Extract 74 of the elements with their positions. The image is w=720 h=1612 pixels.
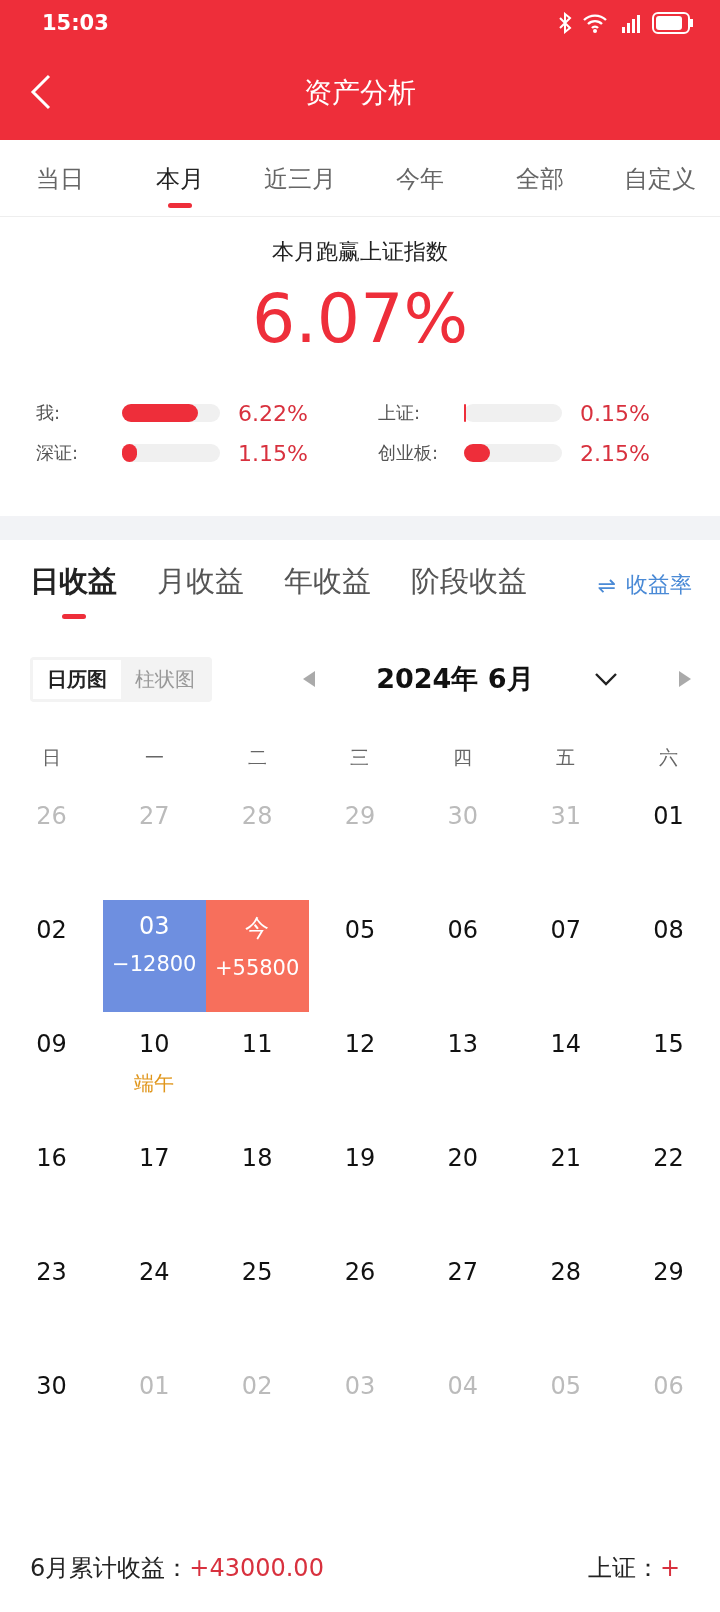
profit-tab[interactable]: 月收益 [157,562,244,619]
chevron-down-icon[interactable] [593,672,618,686]
holiday-note: 端午 [134,1070,175,1097]
bar-reading: 1.15% [238,440,308,466]
index-label: 上证： [587,1552,660,1584]
day-profit: +55800 [214,956,300,980]
bar-label: 我: [36,401,62,425]
status-time: 15:03 [42,11,109,35]
next-icon[interactable] [678,670,692,688]
period-tab[interactable]: 本月 [120,140,240,216]
bar-label: 创业板: [378,441,440,465]
calendar-day[interactable]: 19 [344,1144,376,1172]
summary-value: 6.07% [252,279,468,358]
calendar-day[interactable]: 15 [653,1030,684,1058]
calendar-day[interactable]: 12 [344,1030,376,1058]
index-value: + [659,1553,680,1582]
period-tab[interactable]: 近三月 [240,140,360,216]
bar-reading: 6.22% [238,400,308,426]
summary-title: 本月跑赢上证指数 [272,238,448,266]
weekday-label: 六 [658,745,680,770]
calendar-day[interactable]: 23 [36,1258,67,1286]
rate-toggle[interactable]: ⇌ 收益率 [597,562,692,600]
calendar-day[interactable]: 22 [653,1144,684,1172]
calendar-day[interactable]: 11 [241,1030,273,1058]
calendar-day[interactable]: 16 [36,1144,67,1172]
calendar-day[interactable]: 10 [139,1030,170,1058]
calendar-day[interactable]: 29 [653,1258,684,1286]
weekday-label: 二 [246,745,268,770]
calendar-day[interactable]: 28 [550,1258,581,1286]
bar-reading: 2.15% [580,440,650,466]
period-tab[interactable]: 自定义 [600,140,720,216]
period-tab[interactable]: 今年 [360,140,480,216]
calendar-day[interactable]: 09 [36,1030,67,1058]
calendar-day[interactable]: 18 [241,1144,273,1172]
profit-tab[interactable]: 年收益 [284,562,371,619]
profit-tab[interactable]: 日收益 [30,562,117,619]
view-option[interactable]: 日历图 [33,659,121,699]
battery-icon [652,12,694,34]
calendar-day[interactable]: 06 [447,916,479,944]
calendar-day[interactable]: 30 [36,1372,67,1400]
weekday-label: 三 [349,745,371,770]
weekday-label: 四 [452,745,474,770]
calendar-day[interactable]: 13 [447,1030,479,1058]
bar-label: 上证: [378,401,422,425]
bar-label: 深证: [36,441,80,465]
calendar-day[interactable]: 07 [550,916,581,944]
day-profit: −12800 [112,952,197,976]
calendar-day[interactable]: 25 [241,1258,273,1286]
bluetooth-icon [558,12,572,34]
bar-reading: 0.15% [580,400,650,426]
profit-tab[interactable]: 阶段收益 [411,562,527,619]
calendar-day[interactable]: 21 [550,1144,581,1172]
calendar-day[interactable]: 20 [447,1144,479,1172]
calendar-day[interactable]: 05 [344,916,376,944]
previous-icon[interactable] [302,670,316,688]
calendar-day[interactable]: 14 [550,1030,581,1058]
month-label: 2024年 6月 [376,662,534,696]
period-tab[interactable]: 全部 [480,140,600,216]
period-tab[interactable]: 当日 [0,140,120,216]
calendar-day[interactable]: 27 [447,1258,479,1286]
calendar-day[interactable]: 01 [653,802,684,830]
wifi-icon [582,13,608,33]
calendar-day[interactable]: 02 [36,916,67,944]
weekday-label: 五 [555,745,577,770]
calendar-day[interactable]: 24 [139,1258,170,1286]
page-title: 资产分析 [304,75,416,111]
calendar-day[interactable]: 17 [139,1144,170,1172]
calendar-day[interactable]: 26 [344,1258,376,1286]
total-label: 6月累计收益： [30,1552,190,1584]
weekday-label: 日 [40,745,62,770]
weekday-label: 一 [143,745,165,770]
calendar-day[interactable]: 08 [653,916,684,944]
total-value: +43000.00 [189,1553,324,1582]
back-icon[interactable] [30,74,52,110]
